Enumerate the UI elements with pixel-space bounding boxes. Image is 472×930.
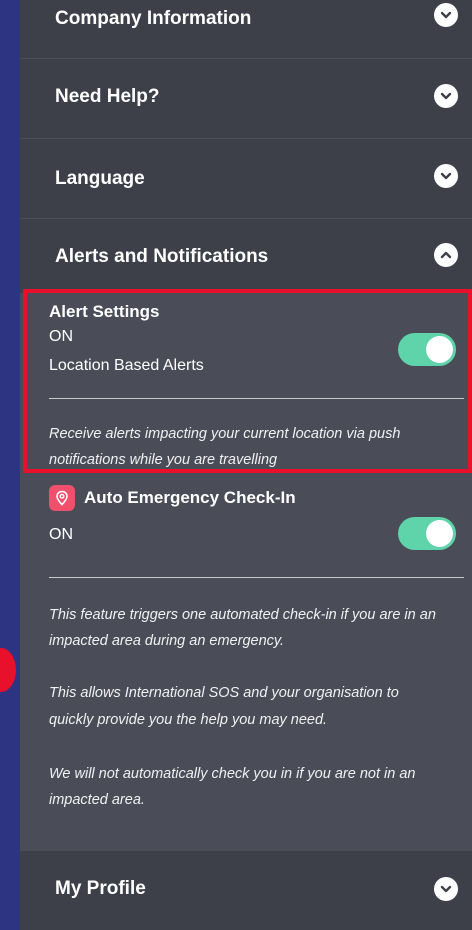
auto-checkin-status: ON (49, 526, 73, 543)
accordion-language[interactable]: Language (20, 139, 472, 218)
auto-checkin-toggle[interactable] (398, 517, 456, 550)
accordion-title: Company Information (55, 8, 252, 29)
alert-settings-status: ON (49, 328, 73, 345)
accordion-title: Need Help? (55, 86, 160, 107)
accordion-need-help[interactable]: Need Help? (20, 59, 472, 138)
alert-description-line: notifications while you are travelling (49, 452, 278, 468)
alert-settings-heading: Alert Settings (49, 302, 160, 321)
auto-checkin-heading: Auto Emergency Check-In (84, 488, 296, 507)
toggle-knob (426, 520, 453, 547)
auto-checkin-description-line: This feature triggers one automated chec… (49, 607, 436, 623)
auto-checkin-description-line: impacted area. (49, 792, 145, 808)
chevron-down-icon[interactable] (434, 164, 458, 188)
chevron-down-icon[interactable] (434, 84, 458, 108)
location-alerts-toggle[interactable] (398, 333, 456, 366)
chevron-up-icon[interactable] (434, 243, 458, 267)
location-alerts-label: Location Based Alerts (49, 357, 204, 374)
alert-description-line: Receive alerts impacting your current lo… (49, 426, 401, 442)
auto-checkin-description-line: impacted area during an emergency. (49, 633, 285, 649)
chevron-down-icon[interactable] (434, 877, 458, 901)
accordion-title: Language (55, 168, 145, 189)
red-marker (0, 648, 16, 692)
accordion-my-profile[interactable]: My Profile (20, 851, 472, 930)
accordion-title: My Profile (55, 878, 146, 899)
divider (49, 398, 464, 399)
location-pin-icon (49, 485, 75, 511)
divider (49, 577, 464, 578)
accordion-company-information[interactable]: Company Information (20, 0, 472, 58)
settings-panel: Company Information Need Help? Language … (20, 0, 472, 930)
accordion-alerts-notifications[interactable]: Alerts and Notifications (20, 219, 472, 293)
toggle-knob (426, 336, 453, 363)
chevron-down-icon[interactable] (434, 3, 458, 27)
auto-checkin-description-line: quickly provide you the help you may nee… (49, 712, 328, 728)
accordion-title: Alerts and Notifications (55, 246, 269, 267)
auto-checkin-description-line: We will not automatically check you in i… (49, 766, 416, 782)
auto-checkin-description-line: This allows International SOS and your o… (49, 685, 399, 701)
